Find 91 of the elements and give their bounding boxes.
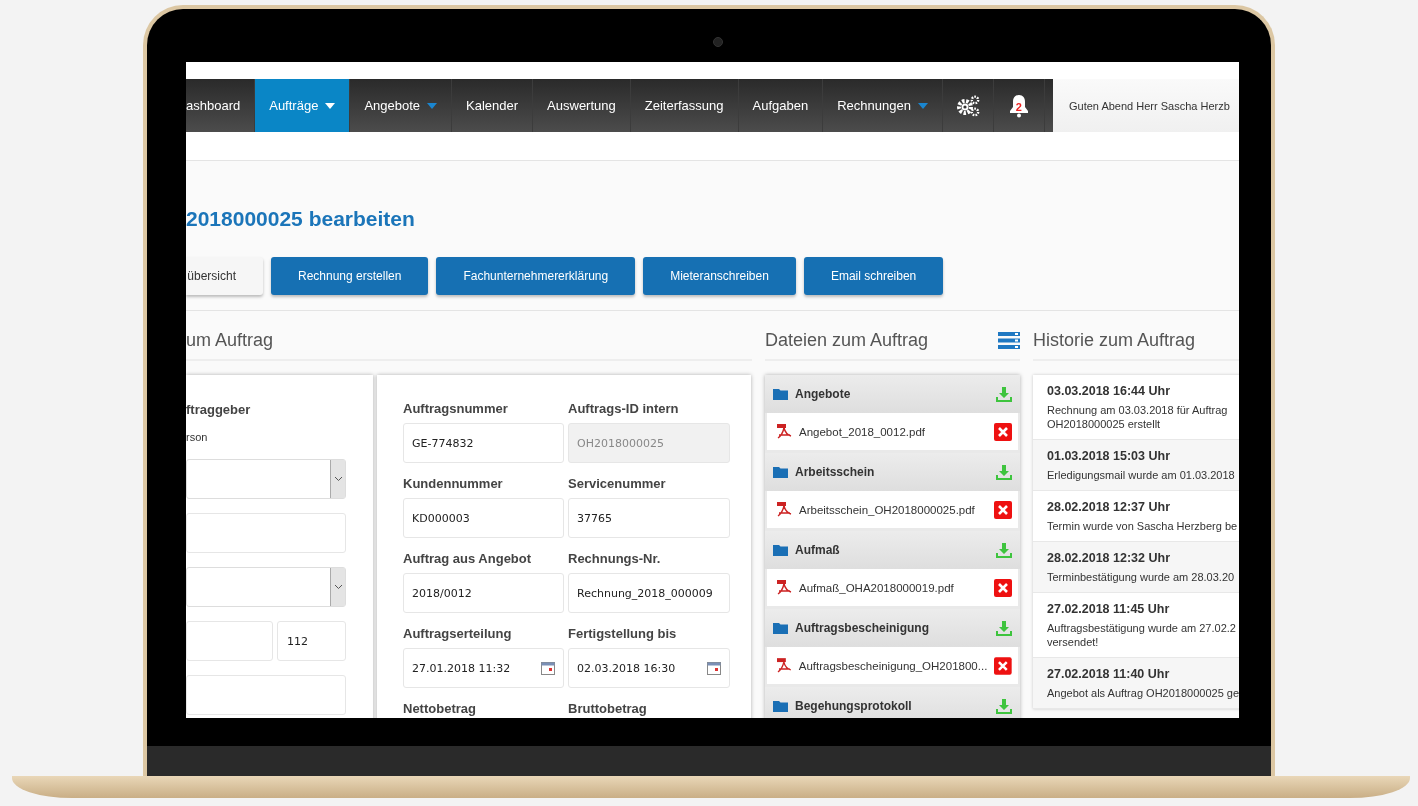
input-field[interactable]: GE-774832 — [403, 423, 564, 463]
action-button[interactable]: übersicht — [186, 257, 263, 295]
action-button[interactable]: Mieteranschreiben — [643, 257, 796, 295]
action-button[interactable]: Fachunternehmererklärung — [436, 257, 636, 295]
file-row[interactable]: Aufmaß_OHA2018000019.pdf — [767, 569, 1018, 606]
field-label: Auftrag aus Angebot — [403, 551, 533, 567]
select-field[interactable] — [186, 459, 346, 499]
folder-header[interactable]: Aufmaß — [765, 531, 1020, 569]
greeting-text: Guten Abend Herr Sascha Herzb — [1053, 79, 1239, 132]
history-text: Terminbestätigung wurde am 28.03.20 — [1047, 570, 1236, 584]
pdf-icon — [777, 501, 792, 518]
folder-name: Arbeitsschein — [795, 465, 876, 479]
field-label: Auftragsnummer — [403, 401, 509, 417]
history-text: Rechnung am 03.03.2018 für Auftrag OH2018000025 erstellt — [1047, 403, 1229, 431]
file-row[interactable]: Auftragsbescheinigung_OH201800... — [767, 647, 1018, 684]
pdf-icon — [777, 579, 792, 596]
folder-icon — [773, 700, 788, 712]
folder-icon — [773, 544, 788, 556]
section-heading: Dateien zum Auftrag — [765, 329, 929, 351]
input-field[interactable] — [186, 621, 273, 661]
history-text: Termin wurde von Sascha Herzberg be — [1047, 519, 1239, 533]
field-label: Bruttobetrag — [568, 701, 648, 717]
field-label: Servicenummer — [568, 476, 667, 492]
input-field[interactable]: 112 — [277, 621, 346, 661]
field-label: Nettobetrag — [403, 701, 477, 717]
folder-name: Aufmaß — [795, 543, 841, 557]
input-field[interactable]: 27.01.2018 11:32 — [403, 648, 564, 688]
delete-icon[interactable] — [994, 578, 1012, 597]
file-row[interactable]: Angebot_2018_0012.pdf — [767, 413, 1018, 450]
download-icon[interactable] — [996, 542, 1012, 558]
camera-icon — [713, 37, 723, 47]
folder-header[interactable]: Auftragsbescheinigung — [765, 609, 1020, 647]
folder-header[interactable]: Begehungsprotokoll — [765, 687, 1020, 718]
chevron-icon — [333, 584, 343, 590]
history-text: Erledigungsmail wurde am 01.03.2018 — [1047, 468, 1236, 482]
history-time: 27.02.2018 11:40 Uhr — [1047, 667, 1171, 681]
page-title: 2018000025 bearbeiten — [186, 207, 416, 231]
section-heading: um Auftrag — [186, 329, 274, 351]
history-time: 28.02.2018 12:32 Uhr — [1047, 551, 1171, 565]
notification-count: 2 — [1015, 100, 1022, 113]
input-field[interactable]: KD000003 — [403, 498, 564, 538]
select-field[interactable] — [186, 567, 346, 607]
input-field[interactable] — [186, 675, 346, 715]
folder-icon — [773, 622, 788, 634]
card-heading: ftraggeber — [186, 402, 252, 417]
download-icon[interactable] — [996, 386, 1012, 402]
delete-icon[interactable] — [994, 656, 1012, 675]
field-label: Auftragserteilung — [403, 626, 513, 642]
folder-name: Begehungsprotokoll — [795, 699, 913, 713]
nav-tab[interactable]: Aufträge — [255, 79, 351, 132]
field-label: Fertigstellung bis — [568, 626, 678, 642]
calendar-icon[interactable] — [707, 661, 721, 675]
calendar-icon[interactable] — [541, 661, 555, 675]
input-field[interactable] — [186, 513, 346, 553]
section-heading: Historie zum Auftrag — [1033, 329, 1196, 351]
delete-icon[interactable] — [994, 422, 1012, 441]
field-label: Rechnungs-Nr. — [568, 551, 662, 567]
download-icon[interactable] — [996, 464, 1012, 480]
caret-icon — [325, 102, 336, 109]
chevron-icon — [333, 476, 343, 482]
file-row[interactable]: Arbeitsschein_OH2018000025.pdf — [767, 491, 1018, 528]
caret-icon — [917, 102, 928, 109]
input-field[interactable]: 02.03.2018 16:30 — [568, 648, 730, 688]
folder-header[interactable]: Arbeitsschein — [765, 453, 1020, 491]
history-text: Angebot als Auftrag OH2018000025 ge — [1047, 686, 1239, 700]
download-icon[interactable] — [996, 698, 1012, 714]
list-icon[interactable] — [998, 331, 1020, 349]
input-field[interactable]: Rechnung_2018_000009 — [568, 573, 730, 613]
pdf-icon — [777, 423, 792, 440]
field-label: Auftrags-ID intern — [568, 401, 680, 417]
action-button[interactable]: Email schreiben — [803, 257, 944, 295]
input-field[interactable]: 37765 — [568, 498, 730, 538]
folder-name: Angebote — [795, 387, 852, 401]
folder-name: Auftragsbescheinigung — [795, 621, 930, 635]
history-time: 27.02.2018 11:45 Uhr — [1047, 602, 1171, 616]
caret-icon — [427, 102, 438, 109]
pdf-icon — [777, 657, 792, 674]
history-time: 03.03.2018 16:44 Uhr — [1047, 384, 1171, 398]
field-label: rson — [186, 431, 209, 443]
settings-icon[interactable] — [955, 94, 980, 117]
folder-header[interactable]: Angebote — [765, 375, 1020, 413]
input-field[interactable]: 2018/0012 — [403, 573, 564, 613]
delete-icon[interactable] — [994, 500, 1012, 519]
history-time: 28.02.2018 12:37 Uhr — [1047, 500, 1171, 514]
folder-icon — [773, 388, 788, 400]
field-label: Kundennummer — [403, 476, 504, 492]
folder-icon — [773, 466, 788, 478]
history-text: Auftragsbestätigung wurde am 27.02.2 versendet! — [1047, 621, 1237, 649]
download-icon[interactable] — [996, 620, 1012, 636]
history-time: 01.03.2018 15:03 Uhr — [1047, 449, 1171, 463]
action-button[interactable]: Rechnung erstellen — [271, 257, 429, 295]
